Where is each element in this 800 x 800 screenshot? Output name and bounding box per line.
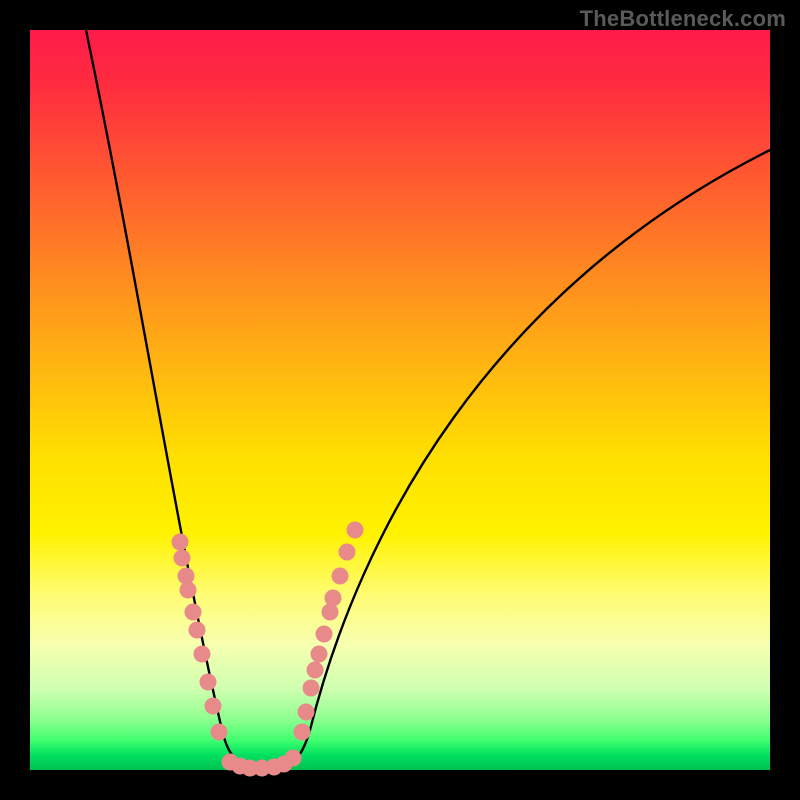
data-dot: [205, 698, 222, 715]
data-dot: [194, 646, 211, 663]
dot-cluster-left: [172, 534, 228, 741]
plot-area: [30, 30, 770, 770]
chart-frame: TheBottleneck.com: [0, 0, 800, 800]
data-dot: [185, 604, 202, 621]
data-dot: [189, 622, 206, 639]
data-dot: [211, 724, 228, 741]
data-dot: [180, 582, 197, 599]
data-dot: [174, 550, 191, 567]
data-dot: [311, 646, 328, 663]
bottleneck-curve: [86, 30, 770, 768]
dot-cluster-right: [294, 522, 364, 741]
curve-layer: [30, 30, 770, 770]
data-dot: [294, 724, 311, 741]
data-dot: [172, 534, 189, 551]
data-dot: [332, 568, 349, 585]
dot-cluster-bottom: [222, 750, 302, 777]
data-dot: [303, 680, 320, 697]
data-dot: [316, 626, 333, 643]
data-dot: [298, 704, 315, 721]
data-dot: [307, 662, 324, 679]
data-dot: [347, 522, 364, 539]
data-dot: [285, 750, 302, 767]
data-dot: [325, 590, 342, 607]
watermark-text: TheBottleneck.com: [580, 6, 786, 32]
data-dot: [200, 674, 217, 691]
data-dot: [339, 544, 356, 561]
data-dot: [322, 604, 339, 621]
